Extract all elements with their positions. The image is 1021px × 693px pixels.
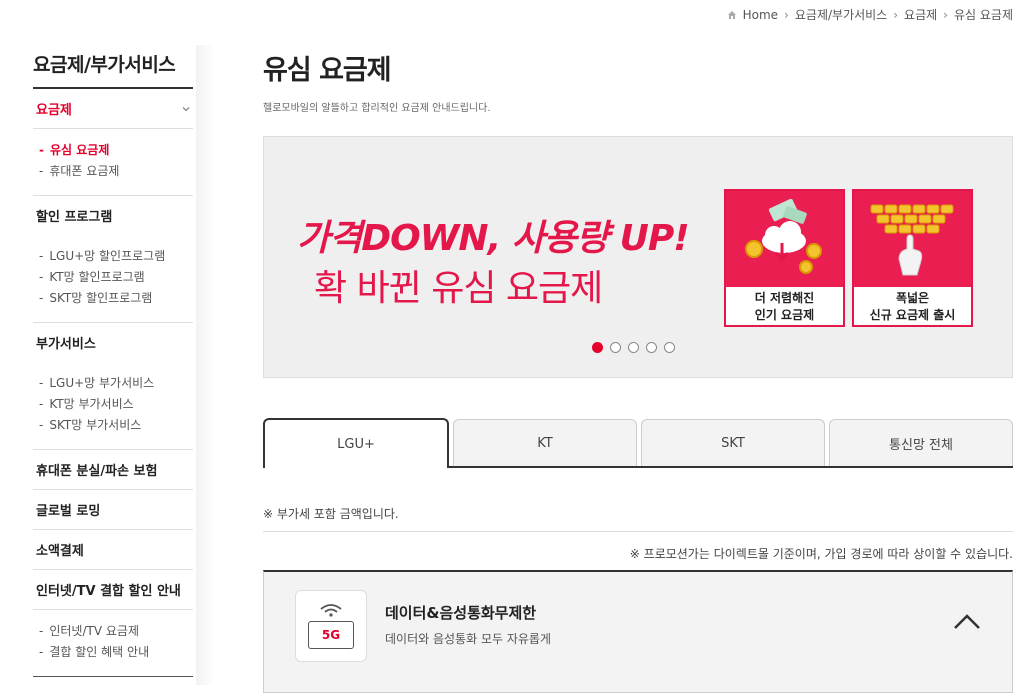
sidebar-group-internet-tv: 인터넷/TV 결합 할인 안내 - 인터넷/TV 요금제 - 결합 할인 혜택 안내 — [33, 570, 193, 677]
sidebar-item-plans[interactable]: 요금제 — [33, 89, 193, 129]
chevron-right-icon: › — [784, 7, 789, 22]
carousel-dot-4[interactable] — [646, 342, 657, 353]
sidebar-group-insurance: 휴대폰 분실/파손 보험 — [33, 450, 193, 490]
divider — [263, 531, 1013, 532]
banner-card-label: 폭넓은 신규 요금제 출시 — [869, 291, 956, 322]
sidebar-sublist: - 인터넷/TV 요금제 - 결합 할인 혜택 안내 — [33, 610, 193, 676]
sidebar-item-insurance[interactable]: 휴대폰 분실/파손 보험 — [33, 450, 193, 489]
page-description: 헬로모바일의 알뜰하고 합리적인 요금제 안내드립니다. — [263, 103, 491, 114]
main-content: 유심 요금제 헬로모바일의 알뜰하고 합리적인 요금제 안내드립니다. — [263, 48, 1013, 114]
sidebar-subitem-internet-tv-plan[interactable]: - 인터넷/TV 요금제 — [36, 620, 193, 641]
5g-sim-icon: 5G — [295, 590, 367, 662]
tab-kt[interactable]: KT — [453, 419, 637, 466]
chevron-up-icon[interactable] — [952, 610, 982, 632]
carousel-dots — [592, 342, 675, 353]
sidebar-item-addon[interactable]: 부가서비스 — [33, 323, 193, 362]
page-title: 유심 요금제 — [263, 55, 392, 86]
tab-skt[interactable]: SKT — [641, 419, 825, 466]
plan-title: 데이터&음성통화무제한 — [385, 604, 537, 622]
sidebar-item-internet-tv[interactable]: 인터넷/TV 결합 할인 안내 — [33, 570, 193, 610]
sidebar-item-roaming[interactable]: 글로벌 로밍 — [33, 490, 193, 529]
sidebar-subitem-lgu-addon[interactable]: - LGU+망 부가서비스 — [36, 372, 193, 393]
banner-subline: 확 바뀐 유심 요금제 — [314, 268, 603, 309]
banner-card-image — [726, 191, 843, 287]
banner-card-new[interactable]: 폭넓은 신규 요금제 출시 — [852, 189, 973, 327]
sidebar-group-micropayment: 소액결제 — [33, 530, 193, 570]
home-icon — [727, 10, 736, 19]
coin-stack-hand-icon — [870, 204, 953, 276]
carousel-dot-5[interactable] — [664, 342, 675, 353]
breadcrumb-current: 유심 요금제 — [953, 8, 1013, 22]
banner-headline: 가격DOWN, 사용량 UP! — [297, 218, 690, 259]
carousel-dot-3[interactable] — [628, 342, 639, 353]
carousel-dot-1[interactable] — [592, 342, 603, 353]
sidebar-subitem-kt-addon[interactable]: - KT망 부가서비스 — [36, 393, 193, 414]
breadcrumb-plans-services[interactable]: 요금제/부가서비스 — [795, 6, 887, 23]
sidebar-subitem-kt-discount[interactable]: - KT망 할인프로그램 — [36, 266, 193, 287]
promotion-note: ※ 프로모션가는 다이렉트몰 기준이며, 가입 경로에 따라 상이할 수 있습니… — [629, 547, 1013, 561]
chevron-down-icon — [182, 106, 190, 111]
sidebar: 요금제/부가서비스 요금제 - 유심 요금제 - 휴대폰 요금제 할인 프로그램 -… — [33, 50, 193, 677]
breadcrumb-home[interactable]: Home — [743, 8, 778, 22]
carousel-dot-2[interactable] — [610, 342, 621, 353]
sidebar-sublist: - 유심 요금제 - 휴대폰 요금제 — [33, 129, 193, 195]
sidebar-title: 요금제/부가서비스 — [33, 50, 193, 89]
plan-category-card[interactable]: 5G 데이터&음성통화무제한 데이터와 음성통화 모두 자유롭게 — [263, 570, 1013, 693]
sidebar-group-discount: 할인 프로그램 - LGU+망 할인프로그램 - KT망 할인프로그램 - SKT망 … — [33, 196, 193, 323]
network-tabs: LGU+ KT SKT 통신망 전체 — [263, 418, 1013, 468]
sidebar-subitem-skt-addon[interactable]: - SKT망 부가서비스 — [36, 414, 193, 435]
money-cloud-icon — [744, 199, 822, 274]
promo-banner[interactable]: 가격DOWN, 사용량 UP! 확 바뀐 유심 요금제 더 저렴해진 인기 요금… — [263, 136, 1013, 378]
sidebar-subitem-lgu-discount[interactable]: - LGU+망 할인프로그램 — [36, 245, 193, 266]
sidebar-subitem-phone-plan[interactable]: - 휴대폰 요금제 — [36, 160, 193, 181]
sidebar-group-plans: 요금제 - 유심 요금제 - 휴대폰 요금제 — [33, 89, 193, 196]
sidebar-item-label: 요금제 — [36, 103, 72, 118]
banner-card-popular[interactable]: 더 저렴해진 인기 요금제 — [724, 189, 845, 327]
breadcrumb: Home › 요금제/부가서비스 › 요금제 › 유심 요금제 — [727, 6, 1013, 23]
sidebar-group-addon: 부가서비스 - LGU+망 부가서비스 - KT망 부가서비스 - SKT망 부가서비… — [33, 323, 193, 450]
tab-all-networks[interactable]: 통신망 전체 — [829, 419, 1013, 466]
wifi-icon — [320, 604, 342, 617]
sidebar-item-discount[interactable]: 할인 프로그램 — [33, 196, 193, 235]
banner-card-label: 더 저렴해진 인기 요금제 — [754, 291, 815, 322]
5g-badge: 5G — [308, 621, 354, 649]
sidebar-subitem-skt-discount[interactable]: - SKT망 할인프로그램 — [36, 287, 193, 308]
banner-card-image — [854, 191, 971, 287]
sidebar-item-micropayment[interactable]: 소액결제 — [33, 530, 193, 569]
breadcrumb-plans[interactable]: 요금제 — [904, 6, 937, 23]
chevron-right-icon: › — [943, 7, 948, 22]
sidebar-subitem-bundle-discount[interactable]: - 결합 할인 혜택 안내 — [36, 641, 193, 662]
vat-note: ※ 부가세 포함 금액입니다. — [263, 507, 399, 521]
sidebar-group-roaming: 글로벌 로밍 — [33, 490, 193, 530]
sidebar-sublist: - LGU+망 부가서비스 - KT망 부가서비스 - SKT망 부가서비스 — [33, 362, 193, 449]
sidebar-subitem-usim-plan[interactable]: - 유심 요금제 — [36, 139, 193, 160]
tab-lgu[interactable]: LGU+ — [263, 418, 449, 468]
sidebar-sublist: - LGU+망 할인프로그램 - KT망 할인프로그램 - SKT망 할인프로그램 — [33, 235, 193, 322]
sidebar-shadow — [196, 45, 214, 685]
chevron-right-icon: › — [893, 7, 899, 22]
plan-description: 데이터와 음성통화 모두 자유롭게 — [385, 632, 552, 646]
